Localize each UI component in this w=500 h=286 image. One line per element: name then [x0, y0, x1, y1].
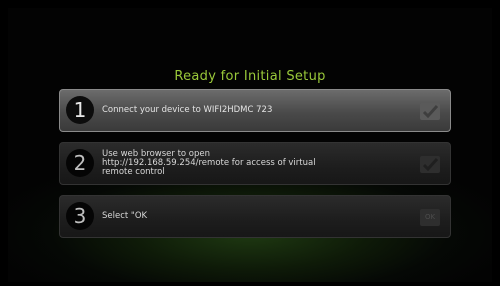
step-2-number: 2 [66, 149, 94, 177]
step-1-text: Connect your device to WIFI2HDMC 723 [102, 105, 273, 115]
step-3-text: Select "OK [102, 211, 148, 221]
check-icon [420, 156, 440, 173]
setup-screen: Ready for Initial Setup 1 Connect your d… [8, 8, 492, 282]
page-title: Ready for Initial Setup [174, 69, 326, 84]
step-3-number: 3 [66, 202, 94, 230]
ok-button[interactable]: OK [420, 209, 440, 226]
step-1-number: 1 [66, 96, 94, 124]
step-1-row[interactable]: 1 Connect your device to WIFI2HDMC 723 [59, 89, 451, 132]
step-2-text: Use web browser to open http://192.168.5… [102, 149, 316, 177]
step-2-row[interactable]: 2 Use web browser to open http://192.168… [59, 142, 451, 185]
step-3-row[interactable]: 3 Select "OK OK [59, 195, 451, 238]
check-icon [420, 103, 440, 120]
